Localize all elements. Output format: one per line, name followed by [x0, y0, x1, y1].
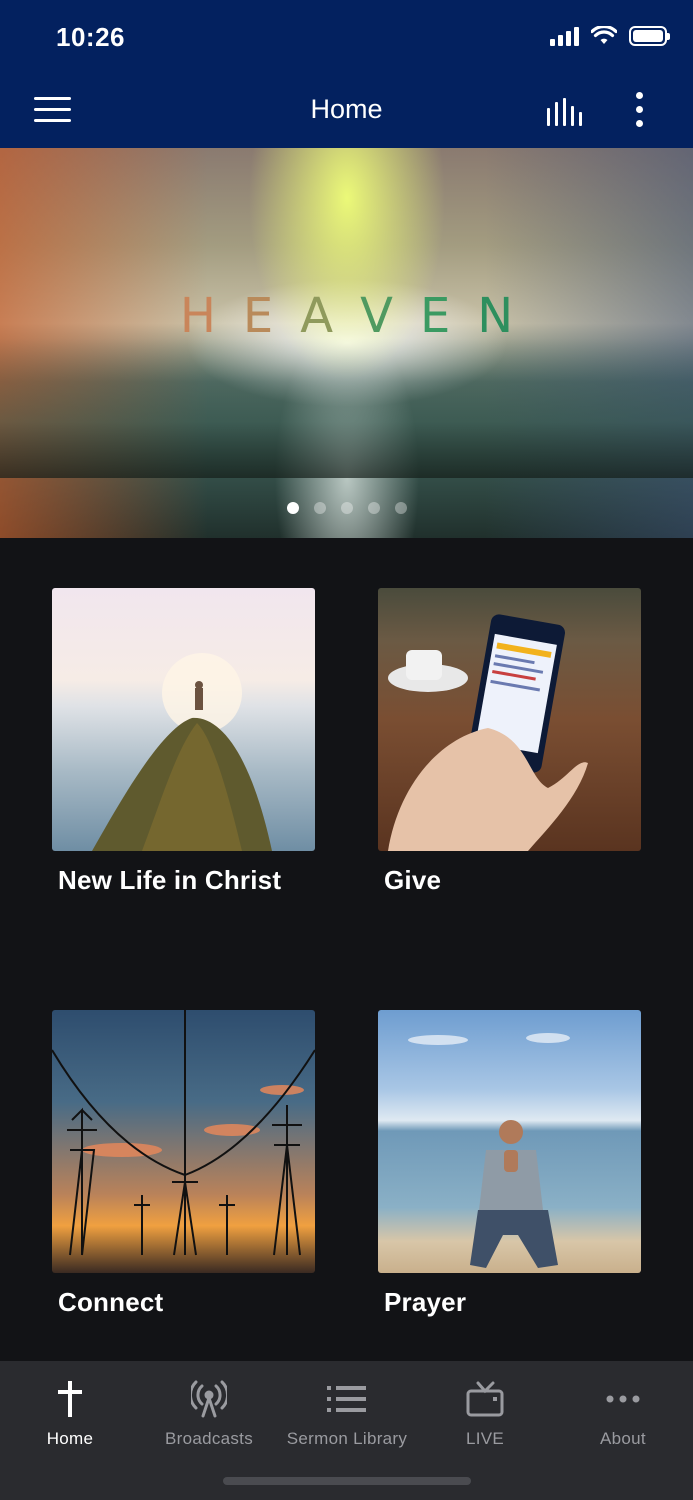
tile-prayer[interactable]: Prayer [378, 1010, 641, 1318]
hero-banner[interactable]: HEAVEN [0, 148, 693, 538]
hero-background [0, 338, 693, 478]
carousel-dot[interactable] [340, 502, 353, 514]
audio-player-icon[interactable] [546, 98, 586, 126]
hero-title-letter: N [477, 288, 541, 344]
tile-label: New Life in Christ [58, 865, 282, 895]
more-horizontal-icon [553, 1373, 693, 1425]
status-icons [550, 26, 670, 46]
tile-image [378, 588, 641, 851]
tab-broadcasts[interactable]: Broadcasts [139, 1373, 279, 1449]
top-bar: 10:26 Home [0, 0, 693, 148]
tab-label: LIVE [465, 1429, 505, 1448]
carousel-dot[interactable] [313, 502, 326, 514]
tab-home[interactable]: Home [0, 1373, 140, 1449]
app-screen: 10:26 Home HEAVEN New Life in Christ Giv… [0, 0, 693, 1500]
tab-label: Sermon Library [286, 1429, 408, 1448]
tile-label: Give [384, 865, 442, 895]
more-options-button[interactable] [630, 92, 650, 130]
tv-icon [415, 1373, 555, 1425]
tile-give[interactable]: Give [378, 588, 641, 896]
list-icon [277, 1373, 417, 1425]
carousel-dot[interactable] [394, 502, 407, 514]
carousel-page-indicator[interactable] [0, 502, 693, 514]
carousel-dot[interactable] [286, 502, 299, 514]
tile-image [52, 588, 315, 851]
tile-label: Connect [58, 1287, 164, 1317]
tile-new-life-in-christ[interactable]: New Life in Christ [52, 588, 315, 896]
tile-label: Prayer [384, 1287, 467, 1317]
tab-label: Broadcasts [164, 1429, 254, 1448]
tab-label: Home [46, 1429, 94, 1448]
tab-about[interactable]: About [553, 1373, 693, 1449]
tab-label: About [600, 1429, 646, 1448]
cellular-signal-icon [550, 26, 579, 46]
tile-image [378, 1010, 641, 1273]
tile-connect[interactable]: Connect [52, 1010, 315, 1318]
status-time: 10:26 [56, 22, 125, 52]
wifi-icon [591, 26, 617, 44]
tab-sermon-library[interactable]: Sermon Library [277, 1373, 417, 1449]
cross-icon [0, 1373, 140, 1425]
hero-title-letter: V [360, 288, 420, 344]
hero-title-letter: A [300, 288, 361, 344]
broadcast-tower-icon [139, 1373, 279, 1425]
tab-live[interactable]: LIVE [415, 1373, 555, 1449]
battery-icon [629, 26, 670, 46]
tile-image [52, 1010, 315, 1273]
page-title: Home [310, 94, 383, 124]
hero-title: HEAVEN [0, 288, 693, 344]
home-indicator [223, 1477, 471, 1485]
hero-title-letter: E [242, 288, 301, 344]
hero-title-letter: E [419, 288, 478, 344]
hero-title-letter: H [179, 288, 243, 344]
carousel-dot[interactable] [367, 502, 380, 514]
